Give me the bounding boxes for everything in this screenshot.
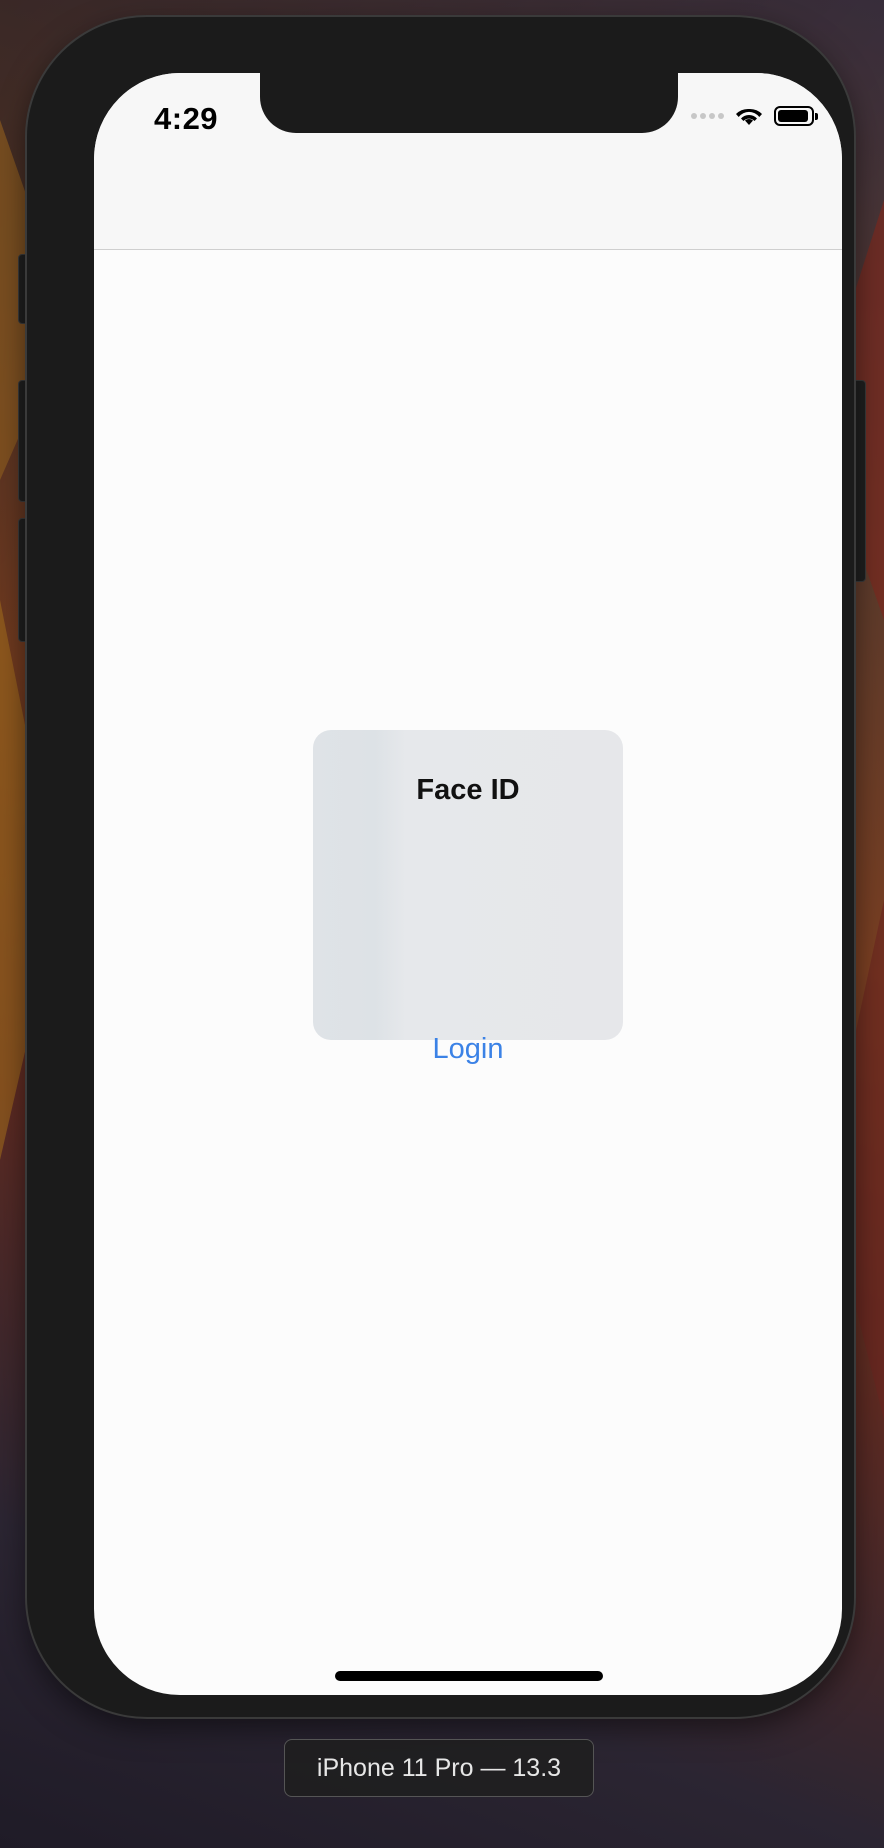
status-indicators	[691, 105, 818, 127]
power-button[interactable]	[852, 380, 866, 582]
home-indicator[interactable]	[335, 1671, 603, 1681]
faceid-dialog: Face ID	[313, 730, 623, 1040]
simulator-device-label: iPhone 11 Pro — 13.3	[284, 1739, 594, 1797]
status-time: 4:29	[154, 101, 219, 136]
battery-icon	[774, 106, 818, 126]
login-button[interactable]: Login	[94, 1033, 842, 1066]
device-frame: 4:29 Face ID Login	[27, 17, 854, 1717]
wifi-icon	[736, 108, 762, 125]
device-screen: 4:29 Face ID Login	[94, 73, 842, 1695]
cellular-signal-icon	[691, 113, 724, 119]
battery-fill	[778, 110, 808, 122]
device-notch	[260, 73, 678, 133]
faceid-title: Face ID	[416, 774, 520, 806]
